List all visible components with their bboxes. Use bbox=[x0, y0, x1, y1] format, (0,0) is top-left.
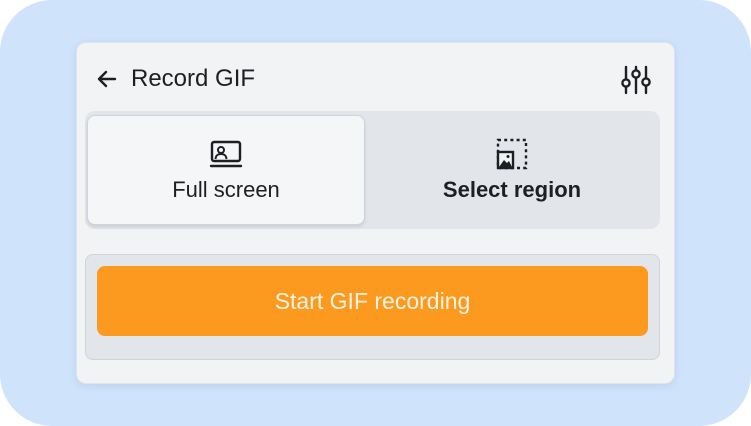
backdrop: Record GIF Full screen Select region Sta… bbox=[0, 0, 751, 426]
back-button[interactable] bbox=[95, 67, 119, 91]
start-gif-recording-button[interactable]: Start GIF recording bbox=[97, 266, 648, 336]
panel-header: Record GIF bbox=[77, 43, 674, 113]
record-gif-panel: Record GIF Full screen Select region Sta… bbox=[76, 42, 675, 384]
region-select-icon bbox=[494, 137, 530, 171]
capture-mode-selector: Full screen Select region bbox=[85, 111, 660, 229]
page-title: Record GIF bbox=[131, 65, 256, 92]
full-screen-option[interactable]: Full screen bbox=[87, 115, 365, 225]
select-region-label: Select region bbox=[442, 177, 582, 202]
full-screen-label: Full screen bbox=[172, 177, 280, 202]
screen-user-icon bbox=[208, 137, 244, 171]
select-region-option[interactable]: Select region bbox=[367, 115, 657, 225]
sliders-icon bbox=[621, 65, 651, 95]
arrow-left-icon bbox=[97, 70, 117, 88]
settings-button[interactable] bbox=[618, 63, 654, 97]
record-area: Start GIF recording bbox=[85, 254, 660, 360]
